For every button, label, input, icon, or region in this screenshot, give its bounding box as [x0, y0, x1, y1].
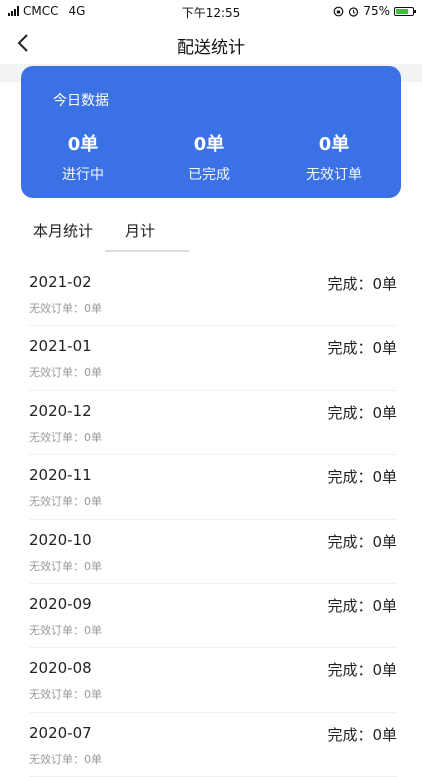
completed-count: 完成：0单: [327, 661, 397, 680]
today-title: 今日数据: [53, 93, 109, 109]
invalid-count: 无效订单：0单: [29, 430, 102, 444]
completed-count: 完成：0单: [327, 725, 397, 744]
month-label: 2020-12: [29, 401, 92, 420]
invalid-count: 无效订单：0单: [29, 302, 102, 315]
list-item[interactable]: 2020-10 完成：0单 无效订单：0单: [29, 520, 397, 584]
invalid-count: 无效订单：0单: [29, 559, 102, 573]
status-right: 75%: [333, 4, 416, 18]
page-title: 配送统计: [177, 38, 245, 58]
tab-bar: 本月统计 月计: [0, 210, 422, 252]
stat-completed: 0单 已完成: [149, 130, 269, 184]
stat-value: 0单: [193, 134, 225, 155]
completed-count: 完成：0单: [327, 532, 397, 551]
list-item[interactable]: 2020-09 完成：0单 无效订单：0单: [29, 584, 397, 649]
list-item[interactable]: 2021-02 完成：0单 无效订单：0单: [29, 262, 397, 327]
list-item[interactable]: 2020-11 完成：0单 无效订单：0单: [29, 455, 397, 520]
month-label: 2020-10: [29, 530, 92, 549]
invalid-count: 无效订单：0单: [29, 366, 102, 380]
stat-value: 0单: [318, 134, 350, 155]
completed-count: 完成：0单: [327, 403, 397, 422]
stat-label: 已完成: [188, 167, 230, 183]
nav-bar: 配送统计: [0, 22, 422, 64]
invalid-count: 无效订单：0单: [29, 688, 102, 702]
list-item[interactable]: 2021-01 完成：0单 无效订单：0单: [29, 326, 397, 391]
invalid-count: 无效订单：0单: [29, 752, 102, 766]
stat-label: 进行中: [62, 167, 104, 183]
completed-count: 完成：0单: [327, 596, 397, 615]
stat-in-progress: 0单 进行中: [23, 130, 143, 184]
battery-percent: 75%: [363, 4, 390, 18]
tab-monthly[interactable]: 月计: [125, 220, 155, 241]
monthly-stats-list: 2021-02 完成：0单 无效订单：0单 2021-01 完成：0单 无效订单…: [29, 262, 397, 777]
month-label: 2020-08: [29, 659, 92, 678]
stat-value: 0单: [67, 134, 99, 155]
completed-count: 完成：0单: [327, 468, 397, 487]
today-summary-card: 今日数据 0单 进行中 0单 已完成 0单 无效订单: [21, 66, 401, 198]
invalid-count: 无效订单：0单: [29, 623, 102, 637]
month-label: 2021-02: [29, 273, 92, 291]
status-bar: CMCC 4G 下午12:55 75%: [0, 0, 422, 22]
month-label: 2020-09: [29, 594, 92, 613]
list-item[interactable]: 2020-12 完成：0单 无效订单：0单: [29, 391, 397, 456]
month-label: 2020-07: [29, 723, 92, 742]
battery-icon: [394, 6, 416, 16]
tab-underline: [105, 250, 189, 252]
stat-invalid-orders: 0单 无效订单: [274, 130, 394, 184]
alarm-icon: [349, 6, 359, 17]
battery-level: [396, 8, 408, 14]
list-item[interactable]: 2020-08 完成：0单 无效订单：0单: [29, 648, 397, 713]
invalid-count: 无效订单：0单: [29, 495, 102, 509]
completed-count: 完成：0单: [327, 275, 397, 293]
rotation-lock-icon: [333, 6, 344, 16]
month-label: 2020-11: [29, 466, 92, 485]
stat-label: 无效订单: [306, 167, 362, 183]
tab-this-month[interactable]: 本月统计: [33, 220, 93, 241]
list-item[interactable]: 2020-07 完成：0单 无效订单：0单: [29, 713, 397, 777]
completed-count: 完成：0单: [327, 339, 397, 358]
month-label: 2021-01: [29, 337, 92, 356]
